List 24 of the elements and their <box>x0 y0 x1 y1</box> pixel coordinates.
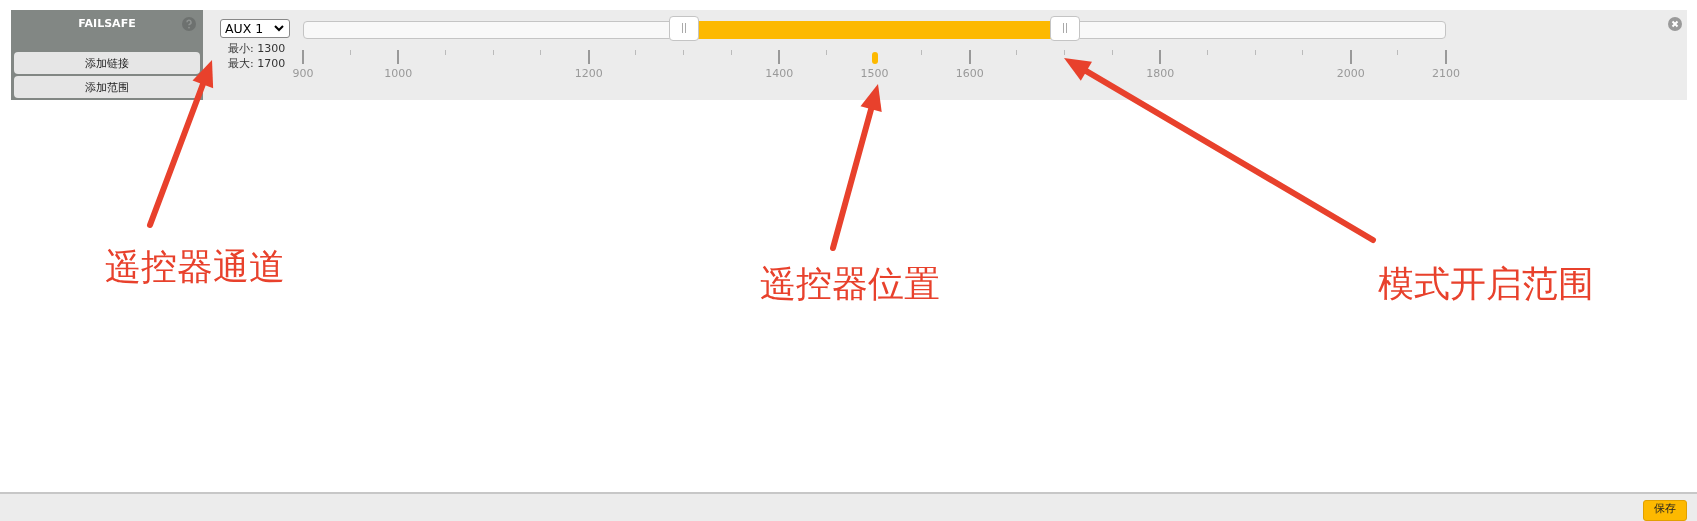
annotation-label: 遥控器位置 <box>760 262 940 306</box>
close-icon[interactable] <box>1668 17 1682 31</box>
channel-select[interactable]: AUX 1 <box>220 19 290 38</box>
help-icon[interactable] <box>182 17 196 31</box>
range-handle[interactable] <box>1049 16 1080 41</box>
add-button[interactable]: 添加链接 <box>14 52 200 74</box>
scale-label: 2000 <box>1336 67 1365 80</box>
scale-label: 2100 <box>1432 67 1460 80</box>
max-value: 最大: 1700 <box>227 56 287 71</box>
scale-label: 1200 <box>574 67 603 80</box>
scale-label: 1600 <box>955 67 984 80</box>
mode-name: FAILSAFE <box>78 17 136 32</box>
min-value: 最小: 1300 <box>227 41 287 56</box>
annotation-label: 遥控器通道 <box>105 245 285 289</box>
scale-label: 1800 <box>1146 67 1175 80</box>
chevron-icon <box>274 25 284 32</box>
save-button[interactable]: 保存 <box>1643 500 1687 521</box>
scale-label: 900 <box>292 67 314 80</box>
annotation-label: 模式开启范围 <box>1378 262 1594 306</box>
range-handle[interactable] <box>669 16 700 41</box>
scale-label: 1500 <box>860 67 889 80</box>
add-button[interactable]: 添加范围 <box>14 76 200 98</box>
scale-label: 1000 <box>384 67 413 80</box>
scale-label: 1400 <box>765 67 794 80</box>
